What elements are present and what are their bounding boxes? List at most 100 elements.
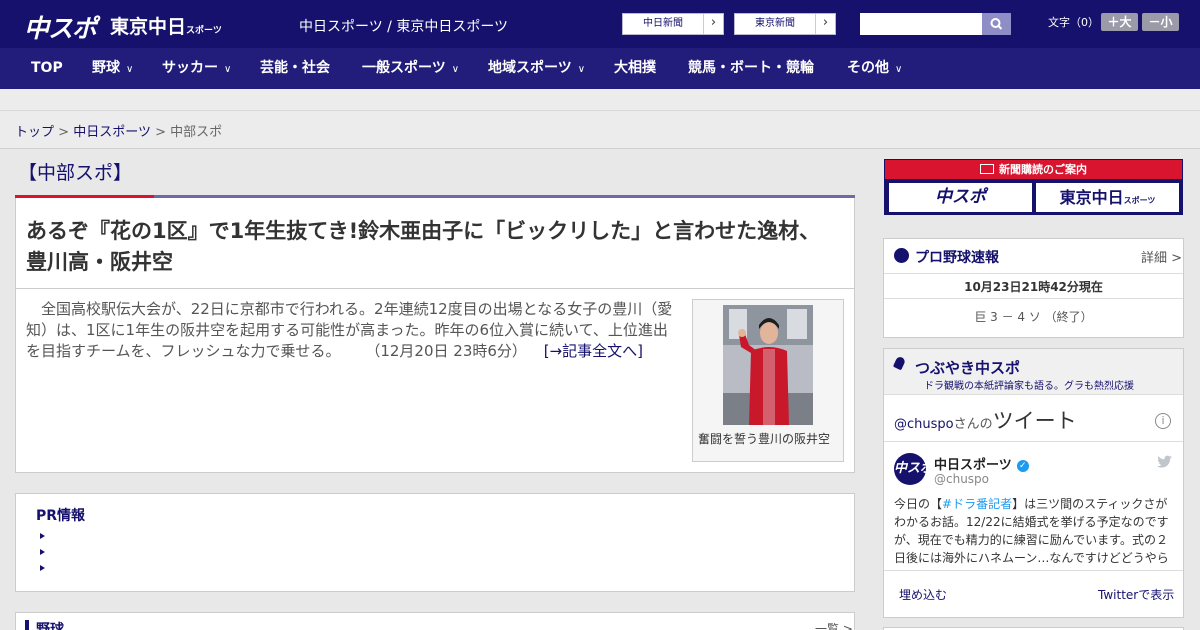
- chevron-down-icon: ∨: [224, 64, 232, 75]
- breadcrumb-chunichi-sports[interactable]: 中日スポーツ: [73, 125, 151, 140]
- article-photo[interactable]: [723, 305, 813, 425]
- twitter-footer-divider: [884, 570, 1183, 571]
- nav-item-general-sports[interactable]: 一般スポーツ ∨: [362, 48, 459, 89]
- font-smaller-button[interactable]: －小: [1142, 13, 1179, 31]
- pro-baseball-title: プロ野球速報: [915, 250, 999, 266]
- tweet-text: 今日の【#ドラ番記者】は三ツ間のスティックさがわかるお話。12/22に結婚式を挙…: [894, 495, 1174, 568]
- nav-label: サッカー: [162, 60, 218, 76]
- search-icon: [990, 18, 1003, 30]
- chuspo-logo[interactable]: 中スポ: [24, 9, 97, 45]
- nav-spacer: [0, 89, 1200, 111]
- breadcrumb-current: 中部スポ: [170, 125, 223, 140]
- nav-item-entertainment[interactable]: 芸能・社会: [260, 48, 330, 89]
- chevron-down-icon: ∨: [451, 64, 460, 75]
- pr-item-bullet[interactable]: [40, 533, 45, 539]
- baseball-section-title[interactable]: 野球: [36, 619, 64, 630]
- info-icon[interactable]: i: [1155, 413, 1171, 429]
- nav-label: TOP: [31, 60, 63, 76]
- baseball-section-box: [15, 612, 855, 630]
- twitter-bird-svg: [1157, 455, 1172, 468]
- breadcrumb: トップ > 中日スポーツ > 中部スポ: [15, 121, 222, 140]
- article-title[interactable]: あるぞ『花の1区』で1年生抜てき!鈴木亜由子に「ビックリした」と言わせた逸材、豊…: [26, 216, 836, 278]
- tweets-label: ツイート: [992, 409, 1077, 433]
- nav-item-racing[interactable]: 競馬・ボート・競輪: [688, 48, 814, 89]
- chevron-right-icon: ›: [703, 14, 723, 34]
- site-title[interactable]: 中日スポーツ / 東京中日スポーツ: [299, 16, 508, 36]
- article-divider: [16, 288, 854, 289]
- tweet-account-name[interactable]: 中日スポーツ ✓: [934, 454, 1029, 473]
- nav-label: 芸能・社会: [260, 60, 330, 76]
- tweet-account-name-text: 中日スポーツ: [934, 458, 1012, 473]
- twitter-handle-link[interactable]: @chuspo: [894, 417, 954, 432]
- nav-label: 競馬・ボート・競輪: [688, 60, 814, 76]
- chunichi-shimbun-label: 中日新聞: [643, 18, 683, 29]
- tweet-hashtag[interactable]: #ドラ番記者: [942, 497, 1012, 511]
- chevron-right-icon: ›: [815, 14, 835, 34]
- tweet-account-handle[interactable]: @chuspo: [934, 472, 989, 486]
- baseball-section-more-link[interactable]: 一覧 >: [815, 620, 853, 630]
- nav-label: 地域スポーツ: [488, 60, 572, 76]
- subscribe-tokyo-chunichi-small: スポーツ: [1123, 196, 1156, 205]
- breadcrumb-separator: >: [58, 125, 70, 140]
- subscribe-tokyo-chunichi-text: 東京中日: [1059, 188, 1124, 207]
- nav-label: 一般スポーツ: [362, 60, 446, 76]
- breadcrumb-separator: >: [155, 125, 166, 140]
- nav-label: 野球: [92, 60, 120, 76]
- subscribe-tokyo-chunichi-logo[interactable]: 東京中日スポーツ: [1036, 183, 1179, 212]
- font-size-label: 文字（0）: [1048, 16, 1099, 29]
- twitter-bird-icon[interactable]: [1157, 455, 1173, 473]
- newspaper-icon: [980, 164, 994, 174]
- chevron-down-icon: ∨: [577, 64, 586, 75]
- twitter-handle-suffix: さんの: [953, 417, 993, 432]
- tsubuyaki-subtitle: ドラ観戦の本紙評論家も語る。グラも熱烈応援: [924, 381, 1134, 392]
- tokyo-shimbun-label: 東京新聞: [755, 18, 795, 29]
- article-accent-blue: [154, 195, 855, 198]
- twitter-divider: [884, 441, 1183, 442]
- article-timestamp: （12月20日 23時6分）: [365, 342, 527, 360]
- nav-item-baseball[interactable]: 野球 ∨: [92, 48, 133, 89]
- section-title: 【中部スポ】: [18, 162, 133, 184]
- twitter-timeline-header: @chuspoさんのツイート: [894, 405, 1077, 435]
- search-input[interactable]: [860, 13, 982, 35]
- pr-box: [15, 493, 855, 592]
- read-more-link[interactable]: [→記事全文へ]: [544, 342, 643, 360]
- pro-baseball-time: 10月23日21時42分現在: [884, 273, 1183, 299]
- chunichi-shimbun-link[interactable]: 中日新聞 ›: [622, 13, 724, 35]
- avatar[interactable]: 中スポ: [894, 453, 933, 485]
- article-body: 全国高校駅伝大会が、22日に京都市で行われる。2年連続12度目の出場となる女子の…: [26, 299, 680, 362]
- article-accent-red: [15, 195, 154, 198]
- nav-item-other[interactable]: その他 ∨: [847, 48, 902, 89]
- nav-label: 大相撲: [614, 60, 656, 76]
- search-button[interactable]: [982, 13, 1011, 35]
- pr-item-bullet[interactable]: [40, 549, 45, 555]
- tweet-prefix: 今日の【: [894, 497, 943, 511]
- tokyo-chunichi-logo[interactable]: 東京中日スポーツ: [110, 12, 222, 39]
- nav-item-soccer[interactable]: サッカー ∨: [162, 48, 231, 89]
- photo-caption: 奮闘を誓う豊川の阪井空: [698, 432, 831, 446]
- embed-link[interactable]: 埋め込む: [899, 586, 947, 603]
- baseball-section-marker: [25, 620, 29, 630]
- tokyo-chunichi-logo-small: スポーツ: [186, 26, 222, 36]
- nav-item-regional-sports[interactable]: 地域スポーツ ∨: [488, 48, 585, 89]
- tokyo-chunichi-logo-text: 東京中日: [110, 16, 187, 38]
- nav-label: その他: [847, 60, 889, 76]
- pro-baseball-score[interactable]: 巨 3 － 4 ソ （終了）: [884, 308, 1183, 325]
- subscription-title-text: 新聞購読のご案内: [999, 163, 1087, 176]
- font-larger-button[interactable]: ＋大: [1101, 13, 1138, 31]
- pr-item-bullet[interactable]: [40, 565, 45, 571]
- chevron-down-icon: ∨: [126, 64, 134, 75]
- subscription-title: 新聞購読のご案内: [885, 160, 1182, 179]
- pr-title: PR情報: [36, 508, 86, 524]
- verified-icon: ✓: [1016, 459, 1029, 472]
- breadcrumb-top[interactable]: トップ: [15, 125, 54, 140]
- runner-photo-image: [723, 305, 813, 425]
- nav-item-sumo[interactable]: 大相撲: [614, 48, 656, 89]
- nav-item-top[interactable]: TOP: [31, 48, 63, 89]
- tokyo-shimbun-link[interactable]: 東京新聞 ›: [734, 13, 836, 35]
- chevron-down-icon: ∨: [895, 64, 903, 75]
- baseball-icon: [894, 248, 909, 263]
- view-on-twitter-link[interactable]: Twitterで表示: [1098, 586, 1174, 603]
- tsubuyaki-title: つぶやき中スポ: [915, 359, 1021, 377]
- subscribe-chuspo-logo[interactable]: 中スポ: [889, 183, 1032, 212]
- pro-baseball-detail-link[interactable]: 詳細 >: [1141, 247, 1182, 266]
